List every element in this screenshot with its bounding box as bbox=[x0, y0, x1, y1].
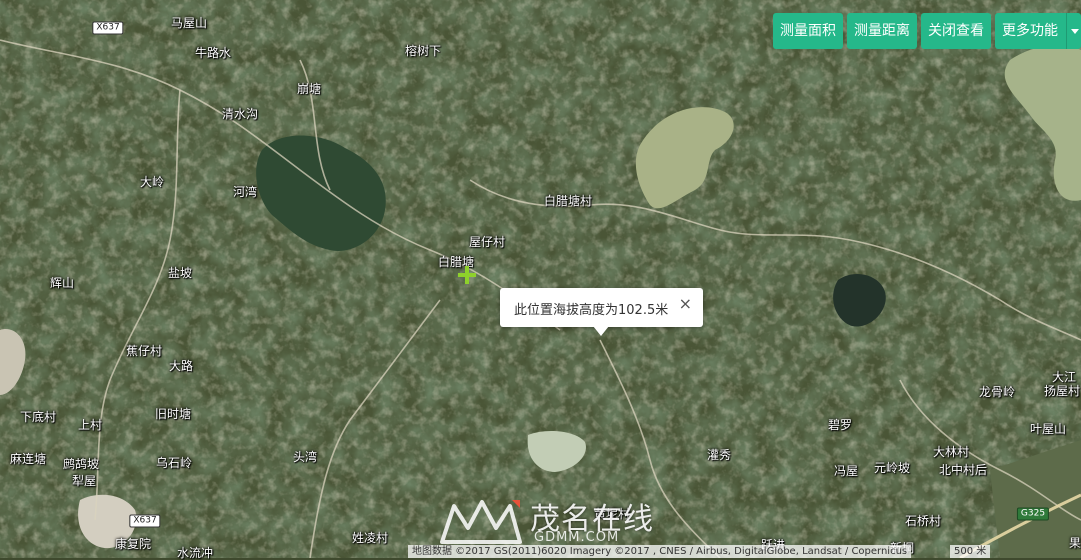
place-label: 乌石岭 bbox=[155, 456, 193, 470]
place-label: 头湾 bbox=[292, 450, 318, 464]
place-label: 碧罗 bbox=[827, 418, 853, 432]
place-label: 屋仔村 bbox=[468, 235, 506, 249]
place-label: 大林村 bbox=[932, 445, 970, 459]
place-label: 清水沟 bbox=[221, 107, 259, 121]
place-label: 康复院 bbox=[114, 537, 152, 551]
place-label: 扬屋村 bbox=[1043, 384, 1081, 398]
place-label: 榕树下 bbox=[404, 44, 442, 58]
satellite-map[interactable] bbox=[0, 0, 1081, 558]
road-shield: X637 bbox=[92, 21, 124, 35]
place-label: 大岭 bbox=[139, 175, 165, 189]
place-label: 灌秀 bbox=[706, 448, 732, 462]
place-label: 北中村后 bbox=[938, 463, 988, 477]
measure-area-button[interactable]: 测量面积 bbox=[773, 13, 843, 49]
place-label: 姓凌村 bbox=[351, 531, 389, 545]
place-label: 蕉仔村 bbox=[125, 344, 163, 358]
place-label: 鹧鸪坡 bbox=[62, 457, 100, 471]
place-label: 河湾 bbox=[232, 185, 258, 199]
place-label: 牛路水 bbox=[194, 46, 232, 60]
measure-distance-button[interactable]: 测量距离 bbox=[847, 13, 917, 49]
place-label: 麻连塘 bbox=[9, 452, 47, 466]
scale-bar: 500 米 bbox=[950, 545, 991, 558]
place-label: 犁屋 bbox=[71, 474, 97, 488]
road-shield: G325 bbox=[1016, 507, 1050, 521]
place-label: 上村 bbox=[77, 418, 103, 432]
place-label: 盐坡 bbox=[167, 266, 193, 280]
location-marker-icon[interactable] bbox=[458, 266, 476, 284]
place-label: 辉山 bbox=[49, 276, 75, 290]
place-label: 龙骨岭 bbox=[978, 385, 1016, 399]
more-functions-dropdown[interactable]: 更多功能 bbox=[995, 13, 1081, 49]
watermark: 茂名在线 GDMM.COM bbox=[440, 494, 655, 549]
close-view-button[interactable]: 关闭查看 bbox=[921, 13, 991, 49]
place-label: 马屋山 bbox=[170, 16, 208, 30]
watermark-logo-icon bbox=[440, 500, 522, 544]
place-label: 大江 bbox=[1051, 370, 1077, 384]
place-label: 白腊塘村 bbox=[543, 194, 593, 208]
place-label: 大路 bbox=[168, 359, 194, 373]
place-label: 果 bbox=[1068, 536, 1081, 550]
place-label: 崩塘 bbox=[296, 82, 322, 96]
popup-pointer bbox=[593, 326, 609, 336]
place-label: 冯屋 bbox=[833, 464, 859, 478]
place-label: 元岭坡 bbox=[873, 461, 911, 475]
elevation-popup: 此位置海拔高度为102.5米 × bbox=[500, 288, 703, 336]
place-label: 下底村 bbox=[19, 410, 57, 424]
watermark-url: GDMM.COM bbox=[534, 530, 620, 545]
popup-text: 此位置海拔高度为102.5米 bbox=[514, 303, 669, 318]
place-label: 旧时塘 bbox=[154, 407, 192, 421]
more-functions-label: 更多功能 bbox=[1002, 23, 1058, 39]
road-shield: X637 bbox=[129, 514, 161, 528]
chevron-down-icon[interactable] bbox=[1066, 13, 1081, 49]
map-attribution: 地图数据 ©2017 GS(2011)6020 Imagery ©2017 , … bbox=[408, 545, 912, 558]
place-label: 叶屋山 bbox=[1029, 422, 1067, 436]
map-toolbar: 测量面积 测量距离 关闭查看 更多功能 bbox=[773, 13, 1081, 49]
close-icon[interactable]: × bbox=[679, 294, 692, 314]
place-label: 石桥村 bbox=[904, 514, 942, 528]
